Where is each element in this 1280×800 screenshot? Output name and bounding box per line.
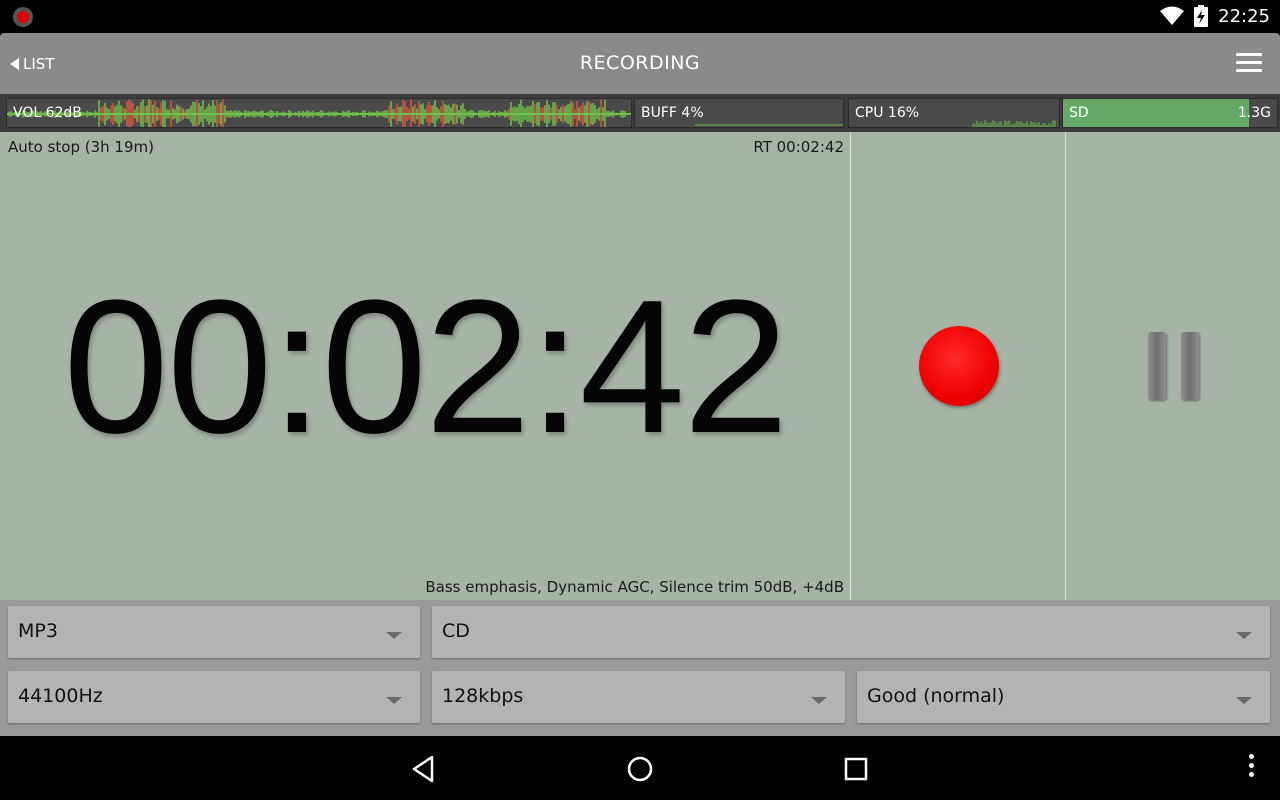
nav-home-icon[interactable]: [623, 752, 657, 786]
effects-summary: Bass emphasis, Dynamic AGC, Silence trim…: [425, 578, 844, 596]
format-select[interactable]: MP3: [8, 606, 420, 658]
navigation-bar: [0, 736, 1280, 800]
source-select[interactable]: CD: [432, 606, 1270, 658]
volume-label: VOL 62dB: [13, 105, 82, 121]
volume-meter: VOL 62dB: [6, 98, 632, 128]
format-value: MP3: [18, 620, 58, 642]
dropdown-arrow-icon: [1236, 632, 1252, 639]
recording-panel: Auto stop (3h 19m) RT 00:02:42 00:02:42 …: [0, 132, 1280, 600]
battery-charging-icon: [1194, 5, 1209, 27]
recording-app-icon: [13, 7, 33, 27]
sd-storage-meter: SD 1.3G: [1062, 98, 1278, 128]
record-icon: [919, 326, 999, 406]
bitrate-select[interactable]: 128kbps: [432, 671, 845, 723]
sample-rate-select[interactable]: 44100Hz: [8, 671, 420, 723]
auto-stop-text: Auto stop (3h 19m): [8, 138, 154, 156]
app-bar: LIST RECORDING: [0, 33, 1280, 94]
cpu-meter: CPU 16%: [848, 98, 1060, 128]
sd-fill-bar: [1063, 99, 1250, 127]
buffer-meter: BUFF 4%: [634, 98, 844, 128]
overflow-menu-icon[interactable]: [1246, 754, 1256, 784]
sd-free-space: 1.3G: [1237, 105, 1271, 121]
sample-rate-value: 44100Hz: [18, 685, 103, 707]
wifi-icon: [1160, 6, 1185, 25]
pause-button[interactable]: [1066, 132, 1280, 600]
sd-label: SD: [1069, 105, 1089, 121]
page-title: RECORDING: [579, 52, 701, 74]
cpu-label: CPU 16%: [855, 105, 920, 121]
dropdown-arrow-icon: [1236, 697, 1252, 704]
buffer-label: BUFF 4%: [641, 105, 704, 121]
recording-timer: 00:02:42: [63, 261, 789, 473]
source-value: CD: [442, 620, 470, 642]
remaining-time-text: RT 00:02:42: [753, 138, 844, 156]
nav-back-icon[interactable]: [408, 752, 442, 786]
dropdown-arrow-icon: [386, 697, 402, 704]
meter-strip: VOL 62dB BUFF 4% CPU 16% SD 1.3G: [0, 94, 1280, 132]
hamburger-menu-icon[interactable]: [1236, 53, 1262, 75]
status-time: 22:25: [1218, 5, 1270, 27]
settings-panel: MP3 CD 44100Hz 128kbps Good (normal): [0, 600, 1280, 736]
record-button[interactable]: [851, 132, 1065, 600]
dropdown-arrow-icon: [386, 632, 402, 639]
volume-waveform: [7, 99, 631, 127]
timer-panel: Auto stop (3h 19m) RT 00:02:42 00:02:42 …: [0, 132, 850, 600]
dropdown-arrow-icon: [811, 697, 827, 704]
quality-select[interactable]: Good (normal): [857, 671, 1270, 723]
status-bar: 22:25: [0, 0, 1280, 33]
quality-value: Good (normal): [867, 685, 1005, 707]
nav-recents-icon[interactable]: [839, 752, 873, 786]
bitrate-value: 128kbps: [442, 685, 524, 707]
